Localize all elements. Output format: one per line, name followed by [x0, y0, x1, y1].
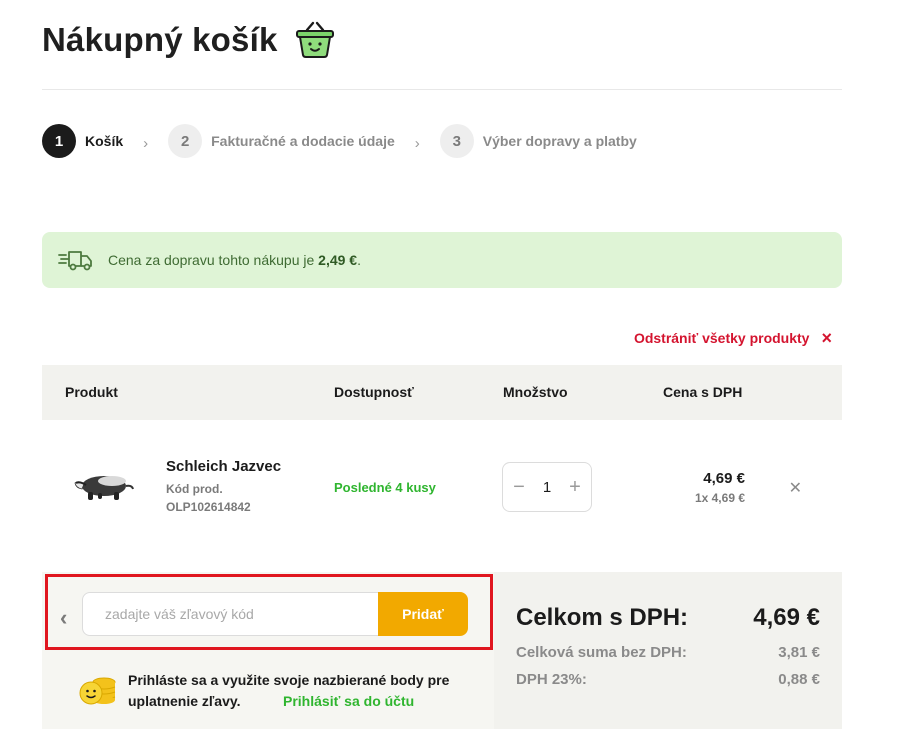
- summary-total-row: Celkom s DPH: 4,69 €: [516, 604, 820, 632]
- step-label: Výber dopravy a platby: [482, 133, 637, 149]
- shipping-price: 2,49 €: [318, 252, 358, 268]
- remove-all-products-button[interactable]: Odstrániť všetky produkty ×: [634, 329, 832, 347]
- coupon-highlight: ‹ Pridať: [45, 574, 493, 650]
- step-cart[interactable]: 1 Košík: [42, 124, 123, 158]
- header-divider: [42, 89, 842, 90]
- net-label: Celková suma bez DPH:: [516, 644, 687, 661]
- shipping-text-suffix: .: [357, 252, 361, 268]
- coupon-panel: ‹ Pridať Prihláste sa a využite svoje na…: [42, 572, 494, 729]
- remove-all-label: Odstrániť všetky produkty: [633, 330, 810, 346]
- quantity-value[interactable]: 1: [543, 479, 551, 496]
- vat-label: DPH 23%:: [516, 671, 587, 688]
- item-price: 4,69 € 1x 4,69 €: [695, 470, 745, 505]
- plus-icon[interactable]: +: [567, 476, 583, 499]
- product-name[interactable]: Schleich Jazvec: [166, 458, 281, 475]
- item-unit-price: 1x 4,69 €: [694, 491, 745, 505]
- header-product: Produkt: [65, 384, 118, 400]
- step-shipping-payment[interactable]: 3 Výber dopravy a platby: [439, 124, 637, 158]
- header-availability: Dostupnosť: [334, 384, 414, 400]
- net-value: 3,81 €: [778, 644, 820, 661]
- vat-value: 0,88 €: [778, 671, 820, 688]
- summary-net-row: Celková suma bez DPH: 3,81 €: [516, 644, 820, 661]
- step-number: 1: [42, 124, 76, 158]
- header-quantity: Množstvo: [503, 384, 568, 400]
- delivery-truck-icon: [58, 251, 92, 271]
- shipping-text: Cena za dopravu tohto nákupu je 2,49 €.: [108, 252, 361, 268]
- cart-table-header: Produkt Dostupnosť Množstvo Cena s DPH: [42, 365, 842, 420]
- minus-icon[interactable]: −: [511, 476, 527, 499]
- chevron-right-icon: ›: [414, 134, 420, 152]
- shipping-banner: Cena za dopravu tohto nákupu je 2,49 €.: [42, 232, 842, 288]
- header-price: Cena s DPH: [663, 384, 743, 400]
- close-icon: ×: [821, 328, 832, 348]
- cart-item-row: Schleich Jazvec Kód prod. OLP102614842 P…: [42, 420, 842, 572]
- checkout-steps: 1 Košík › 2 Fakturačné a dodacie údaje ›…: [42, 124, 637, 158]
- total-label: Celkom s DPH:: [516, 604, 689, 631]
- item-total-price: 4,69 €: [703, 470, 745, 487]
- remove-item-icon[interactable]: ✕: [789, 478, 802, 498]
- login-link[interactable]: Prihlásiť sa do účtu: [283, 693, 414, 709]
- basket-icon: [295, 21, 334, 58]
- product-code: OLP102614842: [166, 500, 251, 514]
- page-title: Nákupný košík: [42, 21, 278, 58]
- product-image[interactable]: [72, 464, 136, 504]
- product-code-label: Kód prod.: [166, 482, 223, 496]
- step-billing[interactable]: 2 Fakturačné a dodacie údaje: [168, 124, 395, 158]
- order-summary: Celkom s DPH: 4,69 € Celková suma bez DP…: [494, 572, 842, 729]
- step-label: Košík: [85, 133, 124, 149]
- summary-vat-row: DPH 23%: 0,88 €: [516, 671, 820, 688]
- availability-status: Posledné 4 kusy: [334, 480, 436, 495]
- page-header: Nákupný košík: [42, 20, 336, 60]
- chevron-right-icon: ›: [143, 134, 149, 152]
- coupon-input[interactable]: [82, 592, 380, 636]
- total-value: 4,69 €: [753, 604, 820, 631]
- cart-footer: ‹ Pridať Prihláste sa a využite svoje na…: [42, 572, 842, 729]
- shipping-text-main: Cena za dopravu tohto nákupu je: [108, 252, 319, 268]
- coins-icon: [79, 677, 116, 705]
- chevron-left-icon[interactable]: ‹: [60, 605, 67, 631]
- quantity-stepper: − 1 +: [502, 462, 592, 512]
- step-label: Fakturačné a dodacie údaje: [211, 133, 395, 149]
- step-number: 2: [168, 124, 203, 158]
- add-coupon-button[interactable]: Pridať: [378, 592, 468, 636]
- step-number: 3: [439, 124, 474, 158]
